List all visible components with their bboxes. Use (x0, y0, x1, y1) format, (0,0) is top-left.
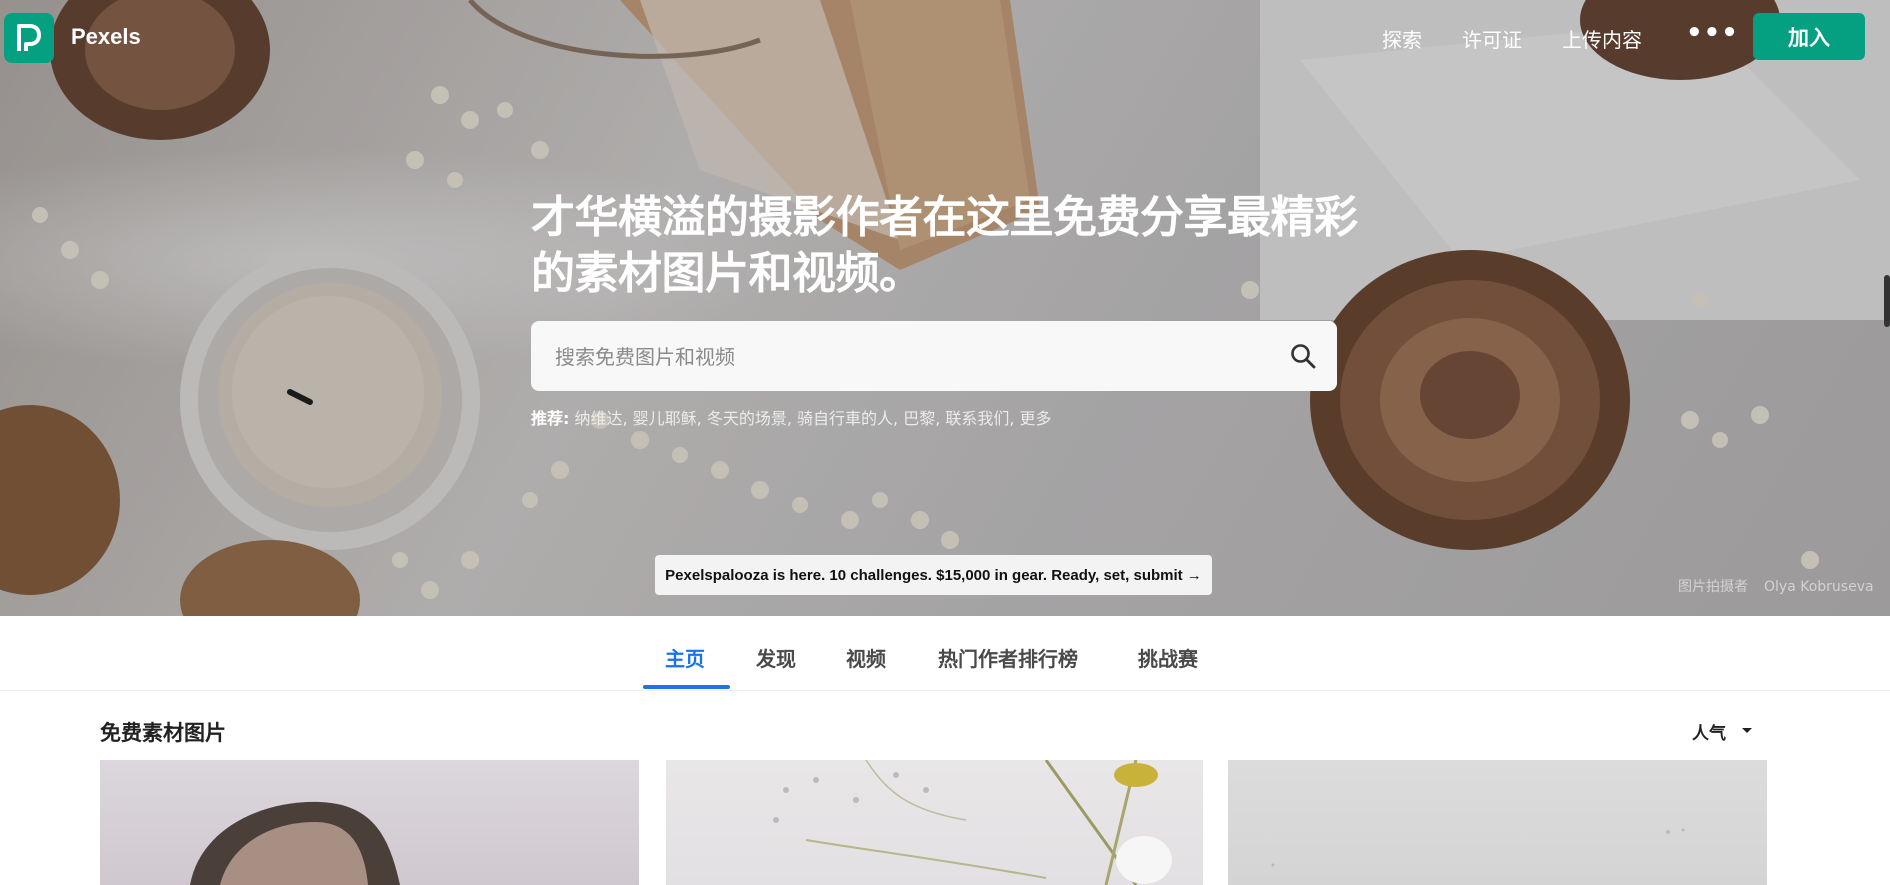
tab-challenges[interactable]: 挑战赛 (1138, 643, 1198, 672)
nav-upload[interactable]: 上传内容 (1562, 24, 1642, 53)
search-bar[interactable] (531, 321, 1337, 393)
hero-headline: 才华横溢的摄影作者在这里免费分享最精彩的素材图片和视频。 (531, 192, 1358, 299)
photo-card[interactable] (1228, 760, 1767, 885)
photo-card[interactable] (100, 760, 639, 885)
tab-videos[interactable]: 视频 (846, 643, 886, 672)
photo-card[interactable] (666, 760, 1203, 885)
photo-credit: 图片拍摄者 Olya Kobruseva (1678, 576, 1890, 596)
nav-explore[interactable]: 探索 (1382, 24, 1422, 53)
hero-section: 才华横溢的摄影作者在这里免费分享最精彩的素材图片和视频。 推荐: 纳维达, 婴儿… (0, 0, 1890, 616)
suggestions-list[interactable]: 纳维达, 婴儿耶稣, 冬天的场景, 骑自行車的人, 巴黎, 联系我们, 更多 (575, 409, 1052, 428)
pexels-logo-icon[interactable] (4, 13, 54, 63)
photo-thumbnail (1271, 828, 1685, 867)
photo-thumbnail (773, 760, 1172, 885)
photo-thumbnail (190, 801, 400, 885)
suggestions-label: 推荐: (531, 409, 570, 428)
join-button[interactable]: 加入 (1753, 13, 1865, 60)
content-tabs: 主页 发现 视频 热门作者排行榜 挑战赛 (0, 616, 1890, 691)
photo-credit-label: 图片拍摄者 (1678, 579, 1748, 595)
active-tab-indicator (643, 685, 730, 689)
pexelspalooza-banner[interactable]: Pexelspalooza is here. 10 challenges. $1… (655, 555, 1212, 595)
section-title: 免费素材图片 (100, 721, 226, 745)
nav-license[interactable]: 许可证 (1462, 24, 1522, 53)
photo-credit-author[interactable]: Olya Kobruseva (1764, 579, 1874, 595)
search-icon[interactable] (1290, 343, 1316, 369)
tab-leaderboard[interactable]: 热门作者排行榜 (938, 643, 1078, 672)
chevron-down-icon[interactable] (1741, 727, 1753, 735)
hero-overlay (0, 0, 1890, 616)
scrollbar-thumb[interactable] (1884, 275, 1890, 327)
top-nav: Pexels 探索 许可证 上传内容 ••• 加入 (0, 0, 1890, 74)
sort-dropdown[interactable]: 人气 (1692, 719, 1726, 744)
search-suggestions: 推荐: 纳维达, 婴儿耶稣, 冬天的场景, 骑自行車的人, 巴黎, 联系我们, … (531, 405, 1052, 429)
search-input[interactable] (553, 321, 1257, 393)
logo-text[interactable]: Pexels (71, 24, 141, 50)
tab-discover[interactable]: 发现 (756, 643, 796, 672)
tab-home[interactable]: 主页 (665, 643, 705, 672)
more-menu-icon[interactable]: ••• (1686, 18, 1739, 48)
